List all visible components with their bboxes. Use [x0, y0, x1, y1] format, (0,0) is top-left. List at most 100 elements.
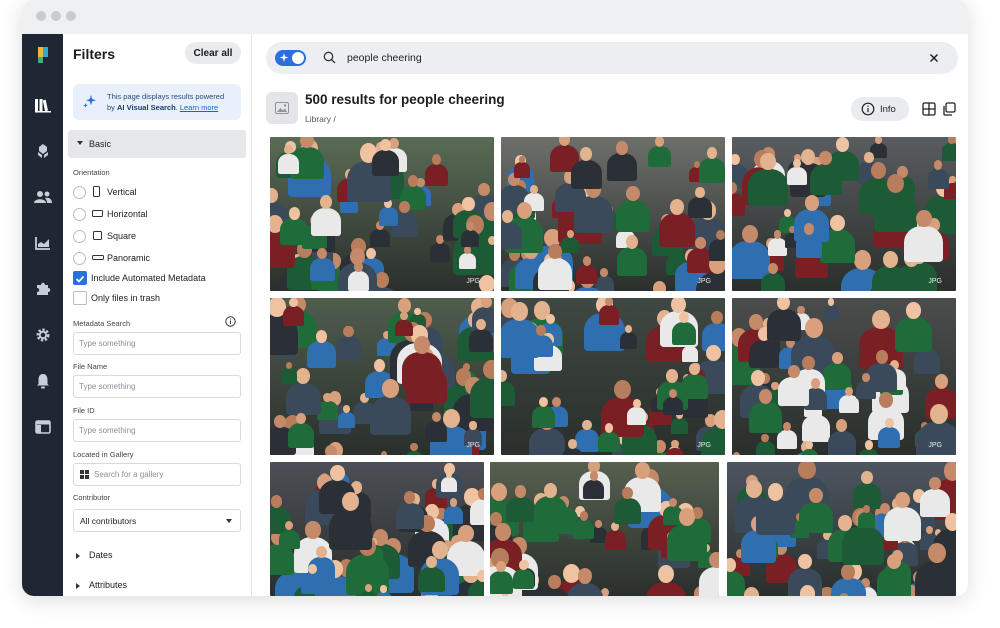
crowd-face [626, 185, 641, 202]
radio-button[interactable] [73, 230, 86, 243]
info-button[interactable]: Info [851, 97, 909, 121]
crowd-figure [531, 406, 556, 429]
collections-icon[interactable] [30, 138, 55, 163]
crowd-face [483, 359, 494, 380]
crowd-face [671, 440, 679, 449]
integrations-icon[interactable] [30, 276, 55, 301]
result-photo[interactable] [490, 462, 719, 596]
crowd-face [414, 335, 430, 354]
crowd-face [380, 585, 387, 593]
crowd-figure [662, 396, 683, 416]
grid-view-icon[interactable] [922, 102, 936, 116]
crowd-face [483, 202, 494, 221]
ai-notice-by: by [107, 103, 118, 112]
result-photo[interactable]: JPG [732, 137, 956, 291]
orientation-option-horizontal[interactable]: Horizontal [73, 207, 223, 221]
info-icon[interactable] [225, 316, 236, 327]
radio-button[interactable] [73, 186, 86, 199]
crowd-figure [604, 530, 626, 551]
layout-icon[interactable] [30, 414, 55, 439]
crowd-face [624, 324, 632, 333]
settings-gear-icon[interactable] [30, 322, 55, 347]
crowd-face [494, 523, 511, 541]
input-placeholder: Search for a gallery [94, 470, 164, 479]
crowd-face [929, 404, 948, 424]
crowd-face [325, 445, 337, 455]
crowd-figure [671, 322, 697, 346]
crowd-face [305, 521, 321, 539]
clear-search-icon[interactable] [926, 50, 942, 66]
window-dot [36, 11, 46, 21]
crowd-figure [883, 506, 921, 542]
crowd-figure [941, 143, 956, 161]
ai-notice-text: This page displays results powered [107, 92, 225, 101]
result-photo[interactable]: JPG [732, 298, 956, 455]
crowd-face [566, 229, 574, 238]
checkbox[interactable] [73, 291, 87, 305]
multi-select-icon[interactable] [942, 102, 956, 116]
crowd-face [928, 542, 947, 563]
crowd-figure [914, 560, 956, 596]
result-photo[interactable] [270, 462, 484, 596]
crowd-face [475, 318, 486, 330]
gallery-search-input[interactable]: Search for a gallery [73, 463, 241, 486]
result-photo[interactable]: JPG [270, 137, 494, 291]
result-photo[interactable]: JPG [501, 298, 725, 455]
learn-more-link[interactable]: Learn more [180, 103, 218, 112]
crowd-face [845, 386, 854, 396]
contributor-select[interactable]: All contributors [73, 509, 241, 532]
notifications-bell-icon[interactable] [30, 368, 55, 393]
crowd-face [709, 552, 719, 569]
orientation-option-vertical[interactable]: Vertical [73, 185, 223, 199]
crowd-face [787, 364, 800, 379]
attributes-section-header[interactable]: Attributes [73, 580, 223, 594]
crowd-figure [732, 241, 770, 279]
result-photo[interactable] [727, 462, 956, 596]
crowd-figure [904, 225, 944, 263]
crowd-figure [913, 348, 941, 374]
app-logo-icon[interactable] [30, 42, 55, 67]
orientation-option-square[interactable]: Square [73, 229, 223, 243]
result-photo[interactable]: JPG [270, 298, 494, 455]
crowd-face [875, 137, 882, 144]
file-id-input[interactable]: Type something [73, 419, 241, 442]
crowd-figure [418, 566, 446, 593]
search-input[interactable]: people cheering [347, 52, 422, 64]
analytics-icon[interactable] [30, 230, 55, 255]
clear-all-button[interactable]: Clear all [185, 42, 241, 64]
only-trash-checkbox[interactable]: Only files in trash [73, 291, 233, 305]
crowd-figure [665, 447, 685, 455]
users-icon[interactable] [30, 184, 55, 209]
crowd-figure [627, 407, 647, 426]
crowd-face [364, 584, 372, 592]
basic-section-header[interactable]: Basic [68, 130, 246, 158]
orientation-option-panoramic[interactable]: Panoramic [73, 251, 223, 265]
result-photo[interactable]: JPG [501, 137, 725, 291]
crowd-face [827, 298, 835, 306]
crowd-face [695, 187, 705, 198]
crowd-figure [830, 578, 866, 596]
file-type-badge: JPG [466, 442, 480, 449]
crowd-face [501, 369, 507, 382]
crowd-figure [681, 346, 699, 362]
radio-button[interactable] [73, 208, 86, 221]
crowd-face [861, 470, 873, 484]
include-automated-metadata-checkbox[interactable]: Include Automated Metadata [73, 271, 233, 285]
crowd-face [732, 451, 740, 455]
radio-button[interactable] [73, 252, 86, 265]
search-bar[interactable]: people cheering [266, 42, 958, 74]
library-icon[interactable] [30, 92, 55, 117]
dates-section-header[interactable]: Dates [73, 550, 223, 564]
window-dot [66, 11, 76, 21]
checkbox[interactable] [73, 271, 87, 285]
ai-search-toggle[interactable] [275, 50, 306, 66]
file-name-input[interactable]: Type something [73, 375, 241, 398]
ai-notice-brand: AI Visual Search [117, 103, 176, 112]
breadcrumb[interactable]: Library / [305, 114, 336, 124]
crowd-figure [335, 335, 362, 360]
metadata-search-input[interactable]: Type something [73, 332, 241, 355]
crowd-figure [307, 341, 336, 368]
crowd-face [495, 560, 506, 572]
crowd-face [841, 564, 856, 580]
checkmark-icon [75, 275, 85, 283]
